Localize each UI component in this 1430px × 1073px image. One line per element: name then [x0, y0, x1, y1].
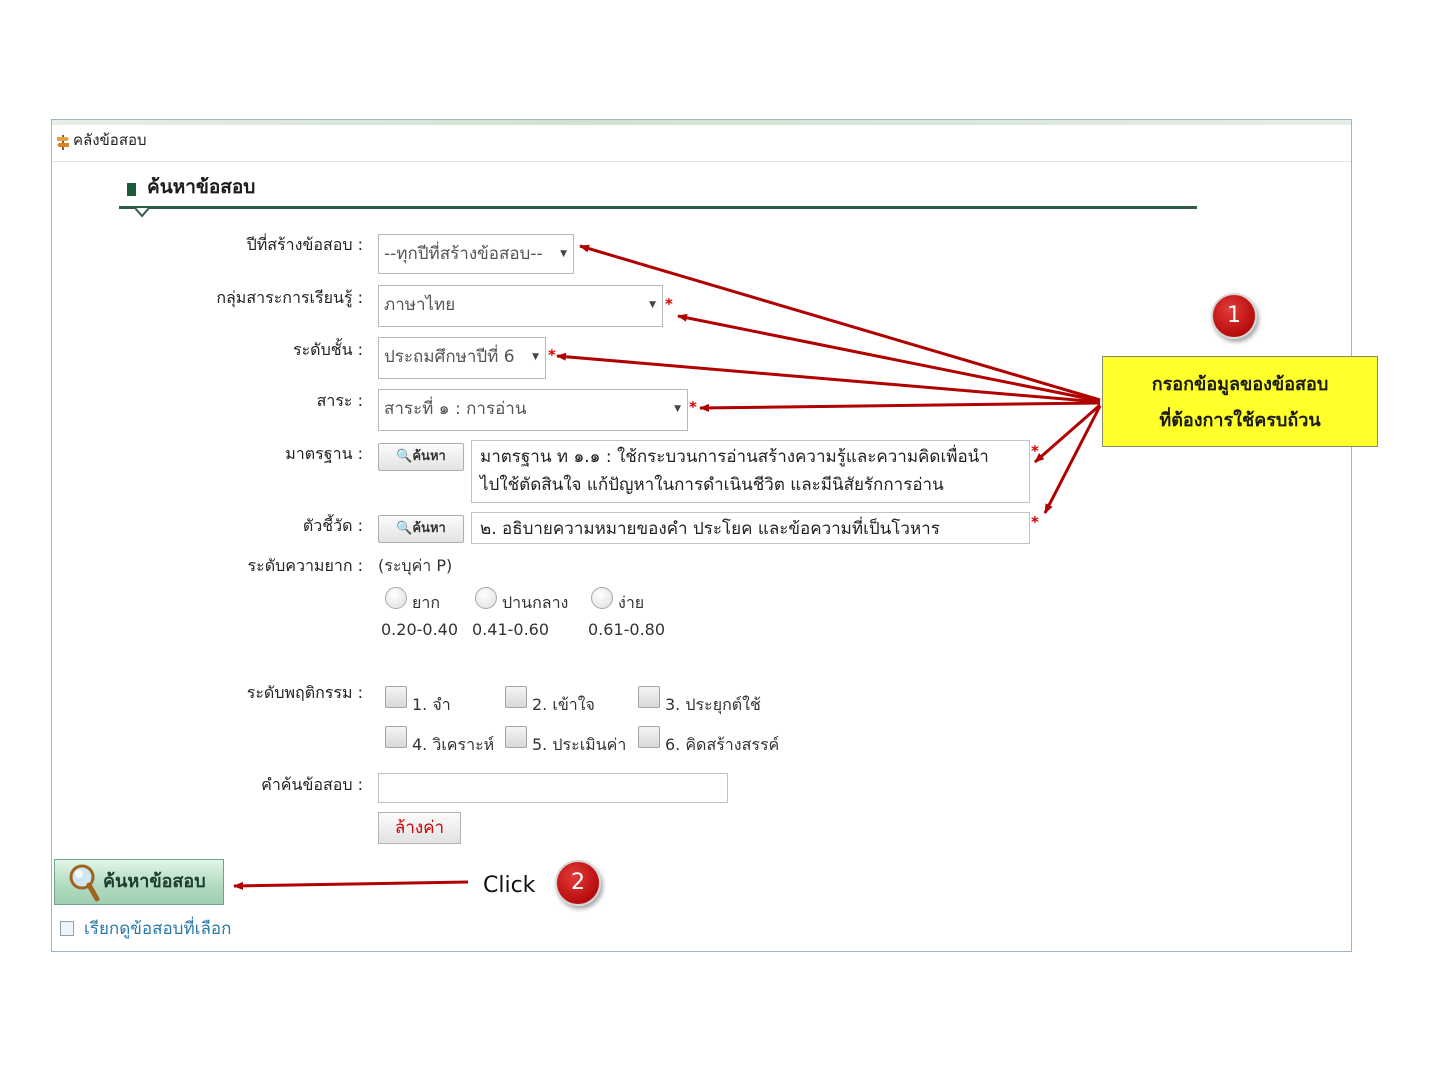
arrow-to-subject-group	[677, 313, 1101, 403]
arrow-to-standard	[1034, 403, 1101, 464]
callout-line1: กรอกข้อมูลของข้อสอบ	[1151, 374, 1329, 395]
step-badge-2: 2	[555, 860, 601, 906]
callout-line2: ที่ต้องการใช้ครบถ้วน	[1159, 410, 1321, 431]
arrow-to-indicator	[1043, 405, 1102, 514]
arrow-to-search-button	[233, 880, 469, 890]
step-badge-1: 1	[1211, 293, 1257, 339]
annotation-arrows	[233, 244, 1102, 890]
arrow-to-grade	[556, 352, 1101, 404]
instruction-callout: กรอกข้อมูลของข้อสอบ ที่ต้องการใช้ครบถ้วน	[1102, 356, 1378, 447]
arrow-to-strand	[699, 401, 1101, 412]
arrow-to-year	[579, 244, 1101, 402]
click-label: Click	[483, 873, 536, 898]
